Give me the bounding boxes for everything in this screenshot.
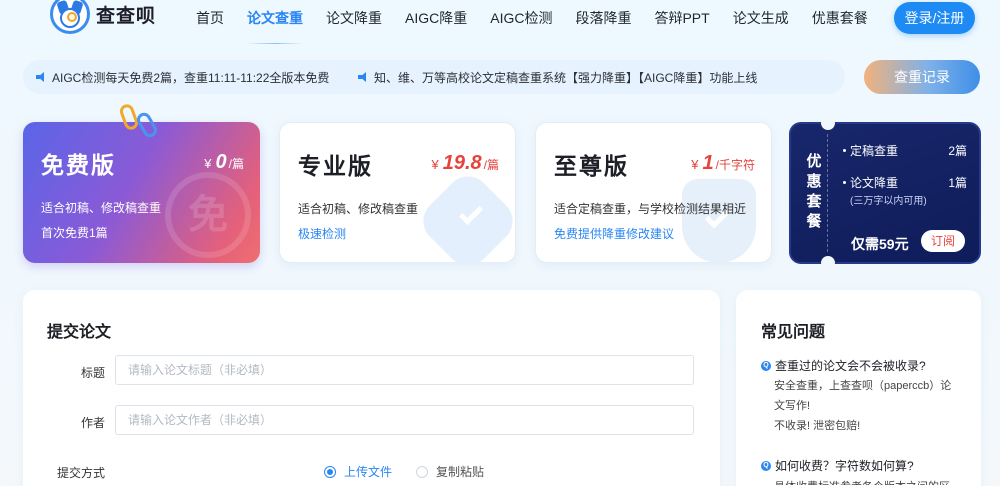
nav-paper-generate[interactable]: 论文生成 bbox=[733, 9, 789, 27]
combo-item: 论文降重 bbox=[843, 174, 898, 191]
radio-checked-icon bbox=[324, 465, 336, 478]
header: 查查呗 首页 论文查重 论文降重 AIGC降重 AIGC检测 段落降重 答辩PP… bbox=[0, 0, 1000, 44]
author-label: 作者 bbox=[81, 416, 106, 430]
plan-price: ¥ 1 /千字符 bbox=[691, 152, 755, 174]
plan-card-supreme[interactable]: 至尊版 ¥ 1 /千字符 适合定稿查重，与学校检测结果相近 免费提供降重修改建议 bbox=[535, 122, 772, 263]
combo-item-value: 1篇 bbox=[948, 176, 967, 190]
question-icon: Q bbox=[761, 460, 771, 471]
combo-price: 仅需59元 bbox=[851, 236, 909, 252]
combo-package-card[interactable]: 优惠套餐 定稿查重 2篇 论文降重 1篇 (三万字以内可用) 仅需59元 订阅 bbox=[789, 116, 981, 270]
plan-desc: 适合初稿、修改稿查重 bbox=[41, 201, 162, 215]
free-watermark-icon: 免 bbox=[165, 172, 251, 258]
plan-title: 专业版 bbox=[298, 153, 373, 179]
title-input[interactable] bbox=[115, 355, 694, 385]
logo-text: 查查呗 bbox=[96, 5, 157, 27]
faq-panel: 常见问题 Q 查重过的论文会不会被收录? 安全查重，上查查呗（paperccb）… bbox=[736, 290, 981, 486]
combo-item-note: (三万字以内可用) bbox=[850, 196, 927, 207]
combo-item: 定稿查重 bbox=[843, 142, 898, 159]
combo-title: 优惠套餐 bbox=[806, 153, 822, 230]
radio-copy-paste[interactable]: 复制粘贴 bbox=[416, 463, 484, 480]
notice-text: 知、维、万等高校论文定稿查重系统【强力降重】【AIGC降重】功能上线 bbox=[374, 70, 758, 85]
faq-title: 常见问题 bbox=[761, 318, 826, 342]
nav-home[interactable]: 首页 bbox=[196, 9, 224, 27]
plan-desc: 适合初稿、修改稿查重 bbox=[298, 202, 419, 216]
main-nav: 首页 论文查重 论文降重 AIGC降重 AIGC检测 段落降重 答辩PPT 论文… bbox=[196, 9, 891, 44]
notice-item[interactable]: 知、维、万等高校论文定稿查重系统【强力降重】【AIGC降重】功能上线 bbox=[358, 69, 757, 86]
submit-method-label: 提交方式 bbox=[57, 466, 106, 480]
speaker-icon bbox=[36, 72, 48, 82]
notice-item[interactable]: AIGC检测每天免费2篇，查重11:11-11:22全版本免费 bbox=[36, 69, 329, 86]
plan-price: ¥ 0 /篇 bbox=[204, 151, 244, 173]
plan-title: 至尊版 bbox=[554, 153, 629, 179]
submit-paper-panel: 提交论文 标题 作者 提交方式 上传文件 复制粘贴 bbox=[23, 290, 720, 486]
nav-discount-package[interactable]: 优惠套餐 bbox=[812, 9, 868, 27]
faq-answer: 具体收费标准参考各个版本之间的区 bbox=[774, 477, 952, 485]
author-input[interactable] bbox=[115, 405, 694, 435]
plan-card-pro[interactable]: 专业版 ¥ 19.8 /篇 适合初稿、修改稿查重 极速检测 bbox=[279, 122, 516, 263]
dog-logo-icon bbox=[50, 0, 90, 34]
speaker-icon bbox=[358, 72, 370, 82]
question-icon: Q bbox=[761, 360, 771, 371]
plan-price: ¥ 19.8 /篇 bbox=[431, 152, 499, 174]
nav-defense-ppt[interactable]: 答辩PPT bbox=[654, 9, 709, 27]
plan-sub: 免费提供降重修改建议 bbox=[554, 227, 675, 241]
plan-sub: 极速检测 bbox=[298, 227, 347, 241]
radio-unchecked-icon bbox=[416, 465, 428, 478]
nav-paragraph-rewrite[interactable]: 段落降重 bbox=[575, 9, 631, 27]
subscribe-button[interactable]: 订阅 bbox=[921, 230, 965, 252]
notice-text: AIGC检测每天免费2篇，查重11:11-11:22全版本免费 bbox=[52, 70, 330, 85]
plan-desc: 适合定稿查重，与学校检测结果相近 bbox=[554, 202, 747, 216]
nav-aigc-detect[interactable]: AIGC检测 bbox=[490, 9, 552, 27]
nav-paper-check[interactable]: 论文查重 bbox=[247, 9, 303, 44]
faq-question[interactable]: Q 如何收费？字符数如何算? bbox=[761, 457, 914, 474]
plan-sub: 首次免费1篇 bbox=[41, 226, 108, 240]
faq-answer: 安全查重，上查查呗（paperccb）论文写作! bbox=[774, 380, 952, 412]
logo[interactable]: 查查呗 bbox=[50, 0, 156, 34]
combo-item-value: 2篇 bbox=[948, 144, 967, 158]
login-register-button[interactable]: 登录/注册 bbox=[894, 2, 975, 34]
faq-question[interactable]: Q 查重过的论文会不会被收录? bbox=[761, 357, 926, 374]
check-record-button[interactable]: 查重记录 bbox=[864, 60, 980, 94]
plan-title: 免费版 bbox=[41, 152, 116, 178]
nav-paper-rewrite[interactable]: 论文降重 bbox=[326, 9, 382, 27]
plan-card-free[interactable]: 免 免费版 ¥ 0 /篇 适合初稿、修改稿查重 首次免费1篇 bbox=[23, 122, 260, 263]
radio-upload-file[interactable]: 上传文件 bbox=[324, 463, 392, 480]
notice-bar: AIGC检测每天免费2篇，查重11:11-11:22全版本免费 知、维、万等高校… bbox=[23, 60, 845, 94]
faq-answer: 不收录! 泄密包赔! bbox=[774, 420, 861, 432]
title-label: 标题 bbox=[81, 366, 106, 380]
panel-title: 提交论文 bbox=[47, 318, 112, 342]
nav-aigc-rewrite[interactable]: AIGC降重 bbox=[405, 9, 467, 27]
